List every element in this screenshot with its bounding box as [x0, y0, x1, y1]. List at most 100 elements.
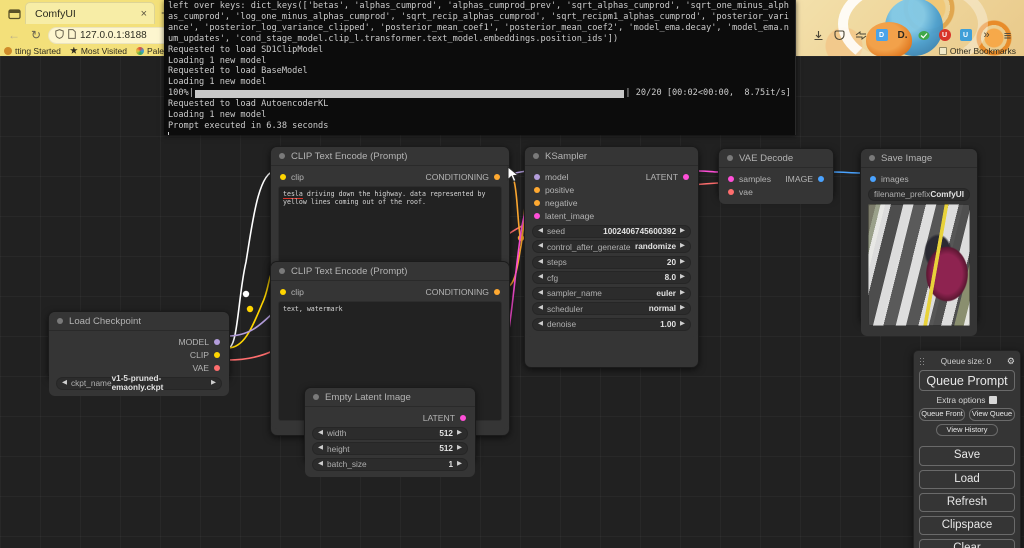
port-latent-icon[interactable]	[460, 414, 466, 421]
queue-front-button[interactable]: Queue Front	[919, 408, 965, 421]
decrement-arrow-icon[interactable]: ◀	[538, 305, 543, 312]
widget-steps[interactable]: ◀ steps 20 ▶	[532, 255, 691, 269]
collapse-dot-icon[interactable]	[869, 155, 875, 161]
node-ksampler[interactable]: KSampler model LATENT positive negative …	[524, 146, 699, 368]
port-clip-icon[interactable]	[280, 288, 286, 295]
output-vae[interactable]: VAE	[192, 363, 220, 373]
input-clip[interactable]: clip	[280, 287, 304, 297]
drag-handle[interactable]	[919, 356, 925, 366]
other-bookmarks-folder[interactable]: Other Bookmarks	[938, 46, 1020, 56]
clear-button[interactable]: Clear	[919, 539, 1015, 548]
port-conditioning-icon[interactable]	[494, 288, 500, 295]
increment-arrow-icon[interactable]: ▶	[457, 429, 462, 437]
decrement-arrow-icon[interactable]: ◀	[62, 379, 67, 387]
view-queue-button[interactable]: View Queue	[969, 408, 1015, 421]
port-vae-icon[interactable]	[214, 364, 220, 371]
extension-icon-5[interactable]: U	[957, 27, 974, 44]
widget-cfg[interactable]: ◀ cfg 8.0 ▶	[532, 271, 691, 284]
output-conditioning[interactable]: CONDITIONING	[426, 287, 500, 297]
node-title-bar[interactable]: CLIP Text Encode (Prompt)	[271, 147, 509, 166]
widget-scheduler[interactable]: ◀ scheduler normal ▶	[532, 302, 691, 315]
output-latent[interactable]: LATENT	[423, 413, 466, 423]
increment-arrow-icon[interactable]: ▶	[680, 305, 685, 312]
input-samples[interactable]: samples	[728, 174, 771, 184]
port-model-icon[interactable]	[214, 338, 220, 345]
port-conditioning-icon[interactable]	[494, 173, 500, 180]
port-vae-icon[interactable]	[728, 188, 734, 195]
sync-icon[interactable]	[852, 27, 869, 44]
widget-seed[interactable]: ◀ seed 1002406745600392 ▶	[532, 224, 691, 238]
port-latent-icon[interactable]	[728, 175, 734, 182]
port-image-icon[interactable]	[870, 175, 876, 182]
widget-denoise[interactable]: ◀ denoise 1.00 ▶	[532, 317, 691, 331]
node-save-image[interactable]: Save Image images filename_prefix ComfyU…	[860, 148, 978, 336]
input-vae[interactable]: vae	[728, 187, 753, 197]
extension-icon-3[interactable]	[915, 27, 932, 44]
reload-icon[interactable]: ↻	[26, 26, 46, 44]
decrement-arrow-icon[interactable]: ◀	[538, 289, 543, 297]
clipspace-button[interactable]: Clipspace	[919, 516, 1015, 536]
widget-width[interactable]: ◀ width 512 ▶	[312, 426, 468, 440]
node-title-bar[interactable]: Load Checkpoint	[49, 312, 229, 331]
refresh-button[interactable]: Refresh	[919, 492, 1015, 513]
output-image[interactable]: IMAGE	[785, 174, 824, 184]
decrement-arrow-icon[interactable]: ◀	[538, 243, 543, 250]
increment-arrow-icon[interactable]: ▶	[680, 274, 685, 281]
extension-icon-2[interactable]: D.	[894, 27, 911, 44]
port-image-icon[interactable]	[818, 175, 824, 182]
widget-sampler-name[interactable]: ◀ sampler_name euler ▶	[532, 286, 691, 300]
input-model[interactable]: model	[534, 172, 568, 182]
port-latent-icon[interactable]	[534, 212, 540, 219]
increment-arrow-icon[interactable]: ▶	[680, 320, 685, 328]
output-model[interactable]: MODEL	[178, 337, 220, 347]
increment-arrow-icon[interactable]: ▶	[680, 243, 685, 250]
increment-arrow-icon[interactable]: ▶	[211, 379, 216, 387]
decrement-arrow-icon[interactable]: ◀	[538, 274, 543, 281]
decrement-arrow-icon[interactable]: ◀	[318, 445, 323, 452]
collapse-dot-icon[interactable]	[727, 155, 733, 161]
extra-options-checkbox[interactable]	[989, 396, 998, 405]
increment-arrow-icon[interactable]: ▶	[457, 460, 462, 468]
view-history-button[interactable]: View History	[936, 423, 998, 437]
back-arrow-icon[interactable]: ←	[4, 26, 24, 44]
input-positive[interactable]: positive	[534, 185, 574, 195]
queue-prompt-button[interactable]: Queue Prompt	[919, 370, 1015, 392]
comfyui-menu-panel[interactable]: Queue size: 0 ⚙ Queue Prompt Extra optio…	[913, 350, 1021, 548]
increment-arrow-icon[interactable]: ▶	[680, 289, 685, 297]
input-clip[interactable]: clip	[280, 172, 304, 182]
save-button[interactable]: Save	[919, 446, 1015, 466]
port-conditioning-icon[interactable]	[534, 199, 540, 206]
node-empty-latent-image[interactable]: Empty Latent Image LATENT ◀ width 512 ▶ …	[304, 387, 476, 477]
node-load-checkpoint[interactable]: Load Checkpoint MODEL CLIP VAE ◀ ckpt_na…	[48, 311, 230, 396]
hamburger-menu-icon[interactable]: ≡	[999, 27, 1016, 44]
decrement-arrow-icon[interactable]: ◀	[318, 429, 323, 437]
decrement-arrow-icon[interactable]: ◀	[538, 227, 543, 235]
output-latent[interactable]: LATENT	[646, 172, 689, 182]
collapse-dot-icon[interactable]	[279, 268, 285, 274]
node-title-bar[interactable]: Empty Latent Image	[305, 388, 475, 407]
collapse-dot-icon[interactable]	[57, 318, 63, 324]
port-model-icon[interactable]	[534, 173, 540, 180]
load-button[interactable]: Load	[919, 469, 1015, 489]
increment-arrow-icon[interactable]: ▶	[457, 445, 462, 452]
extra-options-row[interactable]: Extra options	[919, 395, 1015, 405]
browser-tab-comfyui[interactable]: ComfyUI ×	[25, 2, 155, 24]
port-conditioning-icon[interactable]	[534, 186, 540, 193]
widget-ckpt-name[interactable]: ◀ ckpt_name v1-5-pruned-emaonly.ckpt ▶	[56, 374, 222, 392]
collapse-dot-icon[interactable]	[313, 394, 319, 400]
widget-height[interactable]: ◀ height 512 ▶	[312, 442, 468, 455]
port-clip-icon[interactable]	[280, 173, 286, 180]
node-vae-decode[interactable]: VAE Decode samples IMAGE vae	[718, 148, 834, 204]
gear-icon[interactable]: ⚙	[1007, 356, 1015, 367]
decrement-arrow-icon[interactable]: ◀	[538, 320, 543, 328]
widget-batch-size[interactable]: ◀ batch_size 1 ▶	[312, 457, 468, 471]
bookmark-most-visited[interactable]: Most Visited	[70, 46, 127, 56]
extension-icon-4[interactable]: U	[936, 27, 953, 44]
node-title-bar[interactable]: VAE Decode	[719, 149, 833, 168]
bookmark-getting-started[interactable]: tting Started	[4, 46, 61, 56]
port-latent-icon[interactable]	[683, 173, 689, 180]
input-negative[interactable]: negative	[534, 198, 578, 208]
node-title-bar[interactable]: KSampler	[525, 147, 698, 166]
decrement-arrow-icon[interactable]: ◀	[318, 460, 323, 468]
input-latent-image[interactable]: latent_image	[534, 211, 594, 221]
